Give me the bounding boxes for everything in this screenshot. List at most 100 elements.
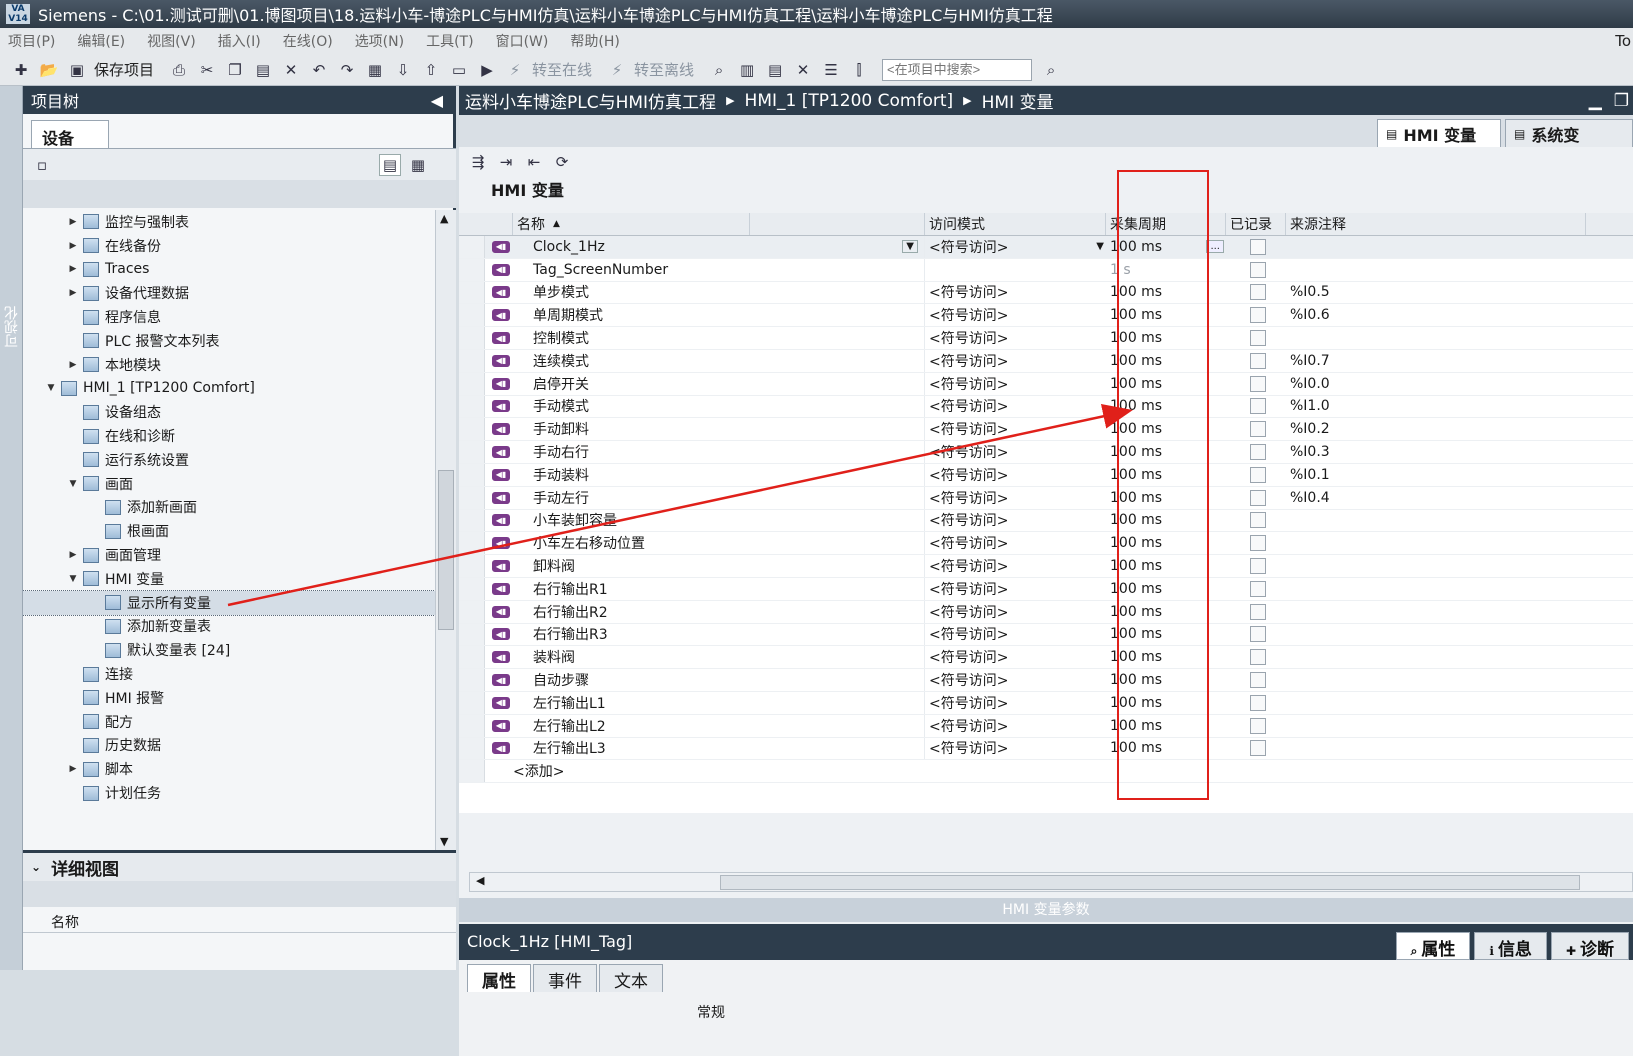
project-search-input[interactable] xyxy=(882,58,1033,81)
overview-icon[interactable]: ▤ xyxy=(379,154,401,176)
minimize-icon[interactable]: ▁ xyxy=(1589,91,1602,111)
upload-icon[interactable]: ⇧ xyxy=(420,59,442,81)
acquisition-cycle[interactable]: 100 ms xyxy=(1106,738,1226,760)
expanded-arrow-icon[interactable]: ▼ xyxy=(45,383,57,393)
logged-checkbox[interactable] xyxy=(1250,307,1266,324)
access-mode[interactable]: <符号访问> xyxy=(925,487,1106,509)
table-row[interactable]: ◀▮ 卸料阀 <符号访问> 100 ms xyxy=(459,555,1633,578)
collapsed-arrow-icon[interactable]: ▶ xyxy=(67,288,79,298)
tag-name[interactable]: 手动模式 xyxy=(513,396,750,418)
menu-tools[interactable]: 工具(T) xyxy=(426,31,473,51)
delete-icon[interactable]: ✕ xyxy=(280,59,302,81)
connection-cell[interactable] xyxy=(750,737,925,760)
monitor-icon[interactable]: ▤ xyxy=(764,59,786,81)
source-comment[interactable] xyxy=(1286,601,1586,623)
start-sim-icon[interactable]: ▶ xyxy=(476,59,498,81)
tree-item[interactable]: ▶ 画面管理 xyxy=(23,543,435,567)
save-icon[interactable]: ▣ xyxy=(66,59,88,81)
menu-online[interactable]: 在线(O) xyxy=(283,31,333,51)
print-icon[interactable]: ⎙ xyxy=(168,59,190,81)
panel-tab-info[interactable]: ℹ 信息 xyxy=(1474,932,1547,960)
go-offline-button[interactable]: 转至离线 xyxy=(634,59,694,80)
acquisition-cycle[interactable]: 1 s xyxy=(1106,259,1226,281)
tag-name[interactable]: 手动左行 xyxy=(513,487,750,509)
tree-item[interactable]: ▶ 本地模块 xyxy=(23,353,435,377)
table-row[interactable]: ◀▮ 右行输出R1 <符号访问> 100 ms xyxy=(459,577,1633,601)
cross-reference-icon[interactable]: ▥ xyxy=(736,59,758,81)
table-row[interactable]: ◀▮ Clock_1Hz ▼ <符号访问> ▼ 100 ms... xyxy=(459,236,1633,259)
menu-options[interactable]: 选项(N) xyxy=(355,31,404,51)
tab-properties[interactable]: 属性 xyxy=(467,964,531,992)
access-mode[interactable]: <符号访问> xyxy=(925,282,1106,304)
new-project-icon[interactable]: ✚ xyxy=(10,59,32,81)
tree-item[interactable]: 默认变量表 [24] xyxy=(23,638,435,662)
breadcrumb-hmi-tags[interactable]: HMI 变量 xyxy=(982,88,1054,113)
access-mode[interactable]: <符号访问> xyxy=(925,715,1106,737)
logged-checkbox[interactable] xyxy=(1250,558,1266,575)
tag-name[interactable]: 卸料阀 xyxy=(513,555,750,577)
tag-name[interactable]: 手动卸料 xyxy=(513,418,750,440)
acquisition-cycle[interactable]: 100 ms xyxy=(1106,510,1226,532)
logged-checkbox[interactable] xyxy=(1250,421,1266,438)
source-comment[interactable]: %I0.4 xyxy=(1286,487,1586,509)
simulation-icon[interactable]: ▭ xyxy=(448,59,470,81)
source-comment[interactable] xyxy=(1286,532,1586,554)
maximize-icon[interactable]: ❐ xyxy=(1614,91,1629,111)
source-comment[interactable] xyxy=(1286,646,1586,668)
table-row[interactable]: ◀▮ 单周期模式 <符号访问> 100 ms %I0.6 xyxy=(459,304,1633,328)
connection-cell[interactable] xyxy=(750,532,925,555)
source-comment[interactable]: %I0.2 xyxy=(1286,418,1586,440)
access-mode[interactable]: <符号访问> xyxy=(925,738,1106,760)
logged-checkbox[interactable] xyxy=(1250,330,1266,347)
acquisition-cycle[interactable]: 100 ms xyxy=(1106,464,1226,486)
access-mode[interactable]: <符号访问> xyxy=(925,510,1106,532)
accessible-devices-icon[interactable]: ⌕ xyxy=(708,59,730,81)
tab-texts[interactable]: 文本 xyxy=(599,964,663,992)
tag-name[interactable]: 连续模式 xyxy=(513,350,750,372)
tree-item[interactable]: 历史数据 xyxy=(23,734,435,758)
tag-name[interactable]: 手动装料 xyxy=(513,464,750,486)
tree-item[interactable]: ▼ HMI 变量 xyxy=(23,567,435,591)
tab-events[interactable]: 事件 xyxy=(533,964,597,992)
table-row[interactable]: ◀▮ 左行输出L2 <符号访问> 100 ms xyxy=(459,714,1633,738)
connection-cell[interactable] xyxy=(750,327,925,349)
logged-checkbox[interactable] xyxy=(1250,580,1266,597)
devices-tab[interactable]: 设备 xyxy=(31,120,109,148)
logged-checkbox[interactable] xyxy=(1250,535,1266,552)
connection-cell[interactable] xyxy=(750,486,925,509)
connection-cell[interactable] xyxy=(750,577,925,600)
tag-name[interactable]: Tag_ScreenNumber xyxy=(513,259,750,281)
tag-name[interactable]: 手动右行 xyxy=(513,441,750,463)
dropdown-icon[interactable]: ▼ xyxy=(1096,241,1104,252)
source-comment[interactable] xyxy=(1286,692,1586,714)
connection-cell[interactable] xyxy=(750,395,925,418)
access-mode[interactable]: <符号访问> ▼ xyxy=(925,236,1106,258)
table-row[interactable]: ◀▮ 右行输出R2 <符号访问> 100 ms xyxy=(459,600,1633,624)
access-mode[interactable] xyxy=(925,259,1106,281)
access-mode[interactable]: <符号访问> xyxy=(925,304,1106,326)
access-mode[interactable]: <符号访问> xyxy=(925,646,1106,668)
tree-item[interactable]: ▶ 设备代理数据 xyxy=(23,281,435,305)
connection-cell[interactable]: ▼ xyxy=(750,236,925,258)
logged-checkbox[interactable] xyxy=(1250,375,1266,392)
access-mode[interactable]: <符号访问> xyxy=(925,624,1106,646)
acquisition-cycle[interactable]: 100 ms xyxy=(1106,418,1226,440)
tree-item[interactable]: ▶ 脚本 xyxy=(23,757,435,781)
source-comment[interactable] xyxy=(1286,259,1586,281)
acquisition-cycle[interactable]: 100 ms xyxy=(1106,692,1226,714)
tree-item[interactable]: 程序信息 xyxy=(23,305,435,329)
expanded-arrow-icon[interactable]: ▼ xyxy=(67,479,79,489)
tree-item[interactable]: PLC 报警文本列表 xyxy=(23,329,435,353)
refresh-icon[interactable]: ⟳ xyxy=(551,151,573,173)
general-section[interactable]: 常规 xyxy=(697,1002,725,1022)
header-acquisition-cycle[interactable]: 采集周期 xyxy=(1106,213,1226,235)
acquisition-cycle[interactable]: 100 ms xyxy=(1106,373,1226,395)
tag-name[interactable]: 右行输出R2 xyxy=(513,601,750,623)
source-comment[interactable] xyxy=(1286,578,1586,600)
go-online-icon[interactable]: ⚡ xyxy=(504,59,526,81)
menu-help[interactable]: 帮助(H) xyxy=(570,31,619,51)
panel-tab-properties[interactable]: ⌕ 属性 xyxy=(1395,932,1471,960)
table-row[interactable]: ◀▮ 连续模式 <符号访问> 100 ms %I0.7 xyxy=(459,349,1633,373)
logged-checkbox[interactable] xyxy=(1250,284,1266,301)
new-item-icon[interactable]: ▫ xyxy=(31,154,53,176)
